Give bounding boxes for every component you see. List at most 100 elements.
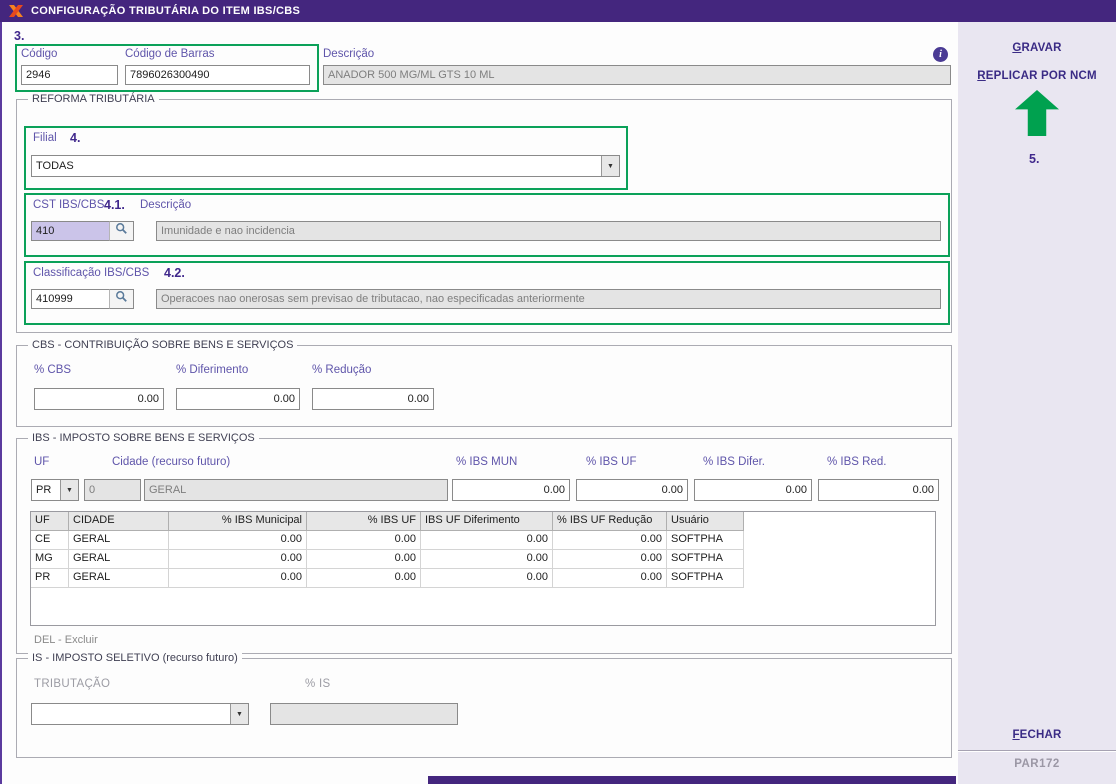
status-separator bbox=[958, 750, 1116, 752]
ibs-uf-dropdown-arrow-icon[interactable]: ▼ bbox=[60, 480, 78, 500]
filial-select[interactable]: TODAS ▼ bbox=[31, 155, 620, 177]
table-cell: MG bbox=[31, 550, 69, 569]
annotation-step-4-2: 4.2. bbox=[164, 266, 185, 280]
table-row[interactable]: PRGERAL0.000.000.000.00SOFTPHA bbox=[31, 569, 935, 588]
table-row[interactable]: CEGERAL0.000.000.000.00SOFTPHA bbox=[31, 531, 935, 550]
ibs-delete-hint: DEL - Excluir bbox=[34, 634, 98, 646]
background-window-edge bbox=[428, 776, 956, 784]
table-cell: 0.00 bbox=[307, 550, 421, 569]
column-header[interactable]: % IBS UF bbox=[307, 512, 421, 531]
codigo-label: Código bbox=[21, 48, 57, 60]
table-cell: PR bbox=[31, 569, 69, 588]
column-header[interactable]: UF bbox=[31, 512, 69, 531]
fechar-button[interactable]: FECHAR bbox=[958, 729, 1116, 741]
tributacao-select[interactable]: ▼ bbox=[31, 703, 249, 725]
app-window: CONFIGURAÇÃO TRIBUTÁRIA DO ITEM IBS/CBS … bbox=[0, 0, 1116, 784]
info-icon[interactable]: i bbox=[933, 47, 948, 62]
table-cell: 0.00 bbox=[307, 531, 421, 550]
table-cell: 0.00 bbox=[307, 569, 421, 588]
descricao-field: ANADOR 500 MG/ML GTS 10 ML bbox=[323, 65, 951, 85]
annotation-step-3: 3. bbox=[14, 29, 24, 43]
cst-descricao-field: Imunidade e nao incidencia bbox=[156, 221, 941, 241]
cst-label: CST IBS/CBS bbox=[33, 199, 104, 211]
codigo-barras-label: Código de Barras bbox=[125, 48, 215, 60]
column-header[interactable]: % IBS Municipal bbox=[169, 512, 307, 531]
tributacao-label: TRIBUTAÇÃO bbox=[34, 678, 110, 690]
cbs-percent-label: % CBS bbox=[34, 364, 71, 376]
ibs-difer-label: % IBS Difer. bbox=[703, 456, 765, 468]
table-cell: 0.00 bbox=[169, 531, 307, 550]
ibs-mun-label: % IBS MUN bbox=[456, 456, 517, 468]
cbs-diferimento-label: % Diferimento bbox=[176, 364, 248, 376]
reforma-legend: REFORMA TRIBUTÁRIA bbox=[28, 93, 159, 105]
ibs-cidade-label: Cidade (recurso futuro) bbox=[112, 456, 230, 468]
table-cell: 0.00 bbox=[421, 550, 553, 569]
cbs-groupbox bbox=[16, 345, 952, 427]
annotation-step-4-1: 4.1. bbox=[104, 198, 125, 212]
column-header[interactable]: % IBS UF Redução bbox=[553, 512, 667, 531]
annotation-arrow-up-icon bbox=[1015, 90, 1059, 136]
classificacao-label: Classificação IBS/CBS bbox=[33, 267, 149, 279]
table-cell: 0.00 bbox=[421, 569, 553, 588]
cbs-reducao-input[interactable]: 0.00 bbox=[312, 388, 434, 410]
ibs-table-body: CEGERAL0.000.000.000.00SOFTPHAMGGERAL0.0… bbox=[31, 531, 935, 588]
is-percent-field bbox=[270, 703, 458, 725]
column-header[interactable]: Usuário bbox=[667, 512, 744, 531]
descricao-label: Descrição bbox=[323, 48, 374, 60]
filial-dropdown-arrow-icon[interactable]: ▼ bbox=[601, 156, 619, 176]
ibs-uf-select[interactable]: PR ▼ bbox=[31, 479, 79, 501]
ibs-table-header: UFCIDADE% IBS Municipal% IBS UFIBS UF Di… bbox=[31, 512, 935, 531]
ibs-cidade-field: GERAL bbox=[144, 479, 448, 501]
ibs-uf-selected-value: PR bbox=[32, 480, 60, 500]
cst-descricao-label: Descrição bbox=[140, 199, 191, 211]
classificacao-lookup-button[interactable] bbox=[109, 289, 134, 309]
window-title: CONFIGURAÇÃO TRIBUTÁRIA DO ITEM IBS/CBS bbox=[31, 5, 300, 17]
table-row[interactable]: MGGERAL0.000.000.000.00SOFTPHA bbox=[31, 550, 935, 569]
replicar-por-ncm-button[interactable]: REPLICAR POR NCM bbox=[958, 70, 1116, 82]
title-bar[interactable]: CONFIGURAÇÃO TRIBUTÁRIA DO ITEM IBS/CBS bbox=[0, 0, 1116, 22]
annotation-step-4: 4. bbox=[70, 131, 80, 145]
filial-label: Filial bbox=[33, 132, 57, 144]
cbs-percent-input[interactable]: 0.00 bbox=[34, 388, 164, 410]
is-legend: IS - IMPOSTO SELETIVO (recurso futuro) bbox=[28, 652, 242, 664]
table-cell: CE bbox=[31, 531, 69, 550]
ibs-red-label: % IBS Red. bbox=[827, 456, 886, 468]
cbs-legend: CBS - CONTRIBUIÇÃO SOBRE BENS E SERVIÇOS bbox=[28, 339, 297, 351]
ibs-table[interactable]: UFCIDADE% IBS Municipal% IBS UFIBS UF Di… bbox=[30, 511, 936, 626]
cbs-reducao-label: % Redução bbox=[312, 364, 371, 376]
ibs-uf-label: UF bbox=[34, 456, 49, 468]
column-header[interactable]: CIDADE bbox=[69, 512, 169, 531]
filial-selected-value: TODAS bbox=[32, 156, 601, 176]
table-cell: SOFTPHA bbox=[667, 569, 744, 588]
app-logo-icon bbox=[8, 3, 24, 19]
ibs-red-input[interactable]: 0.00 bbox=[818, 479, 939, 501]
status-code: PAR172 bbox=[958, 758, 1116, 770]
table-cell: 0.00 bbox=[421, 531, 553, 550]
table-cell: 0.00 bbox=[553, 531, 667, 550]
ibs-difer-input[interactable]: 0.00 bbox=[694, 479, 812, 501]
gravar-button[interactable]: GRAVAR bbox=[958, 42, 1116, 54]
table-cell: 0.00 bbox=[169, 550, 307, 569]
table-cell: 0.00 bbox=[553, 550, 667, 569]
cst-input[interactable]: 410 bbox=[31, 221, 110, 241]
cbs-diferimento-input[interactable]: 0.00 bbox=[176, 388, 300, 410]
codigo-barras-input[interactable]: 7896026300490 bbox=[125, 65, 310, 85]
cst-lookup-button[interactable] bbox=[109, 221, 134, 241]
table-cell: GERAL bbox=[69, 531, 169, 550]
table-cell: SOFTPHA bbox=[667, 531, 744, 550]
table-cell: GERAL bbox=[69, 569, 169, 588]
codigo-input[interactable]: 2946 bbox=[21, 65, 118, 85]
classificacao-input[interactable]: 410999 bbox=[31, 289, 110, 309]
sidebar-divider bbox=[0, 22, 2, 784]
ibs-mun-input[interactable]: 0.00 bbox=[452, 479, 570, 501]
magnifier-icon bbox=[115, 222, 128, 240]
is-percent-label: % IS bbox=[305, 678, 331, 690]
ibs-cidade-codigo-field: 0 bbox=[84, 479, 141, 501]
table-cell: GERAL bbox=[69, 550, 169, 569]
tributacao-dropdown-arrow-icon[interactable]: ▼ bbox=[230, 704, 248, 724]
ibs-ufp-input[interactable]: 0.00 bbox=[576, 479, 688, 501]
table-cell: 0.00 bbox=[553, 569, 667, 588]
column-header[interactable]: IBS UF Diferimento bbox=[421, 512, 553, 531]
magnifier-icon bbox=[115, 290, 128, 308]
table-cell: SOFTPHA bbox=[667, 550, 744, 569]
